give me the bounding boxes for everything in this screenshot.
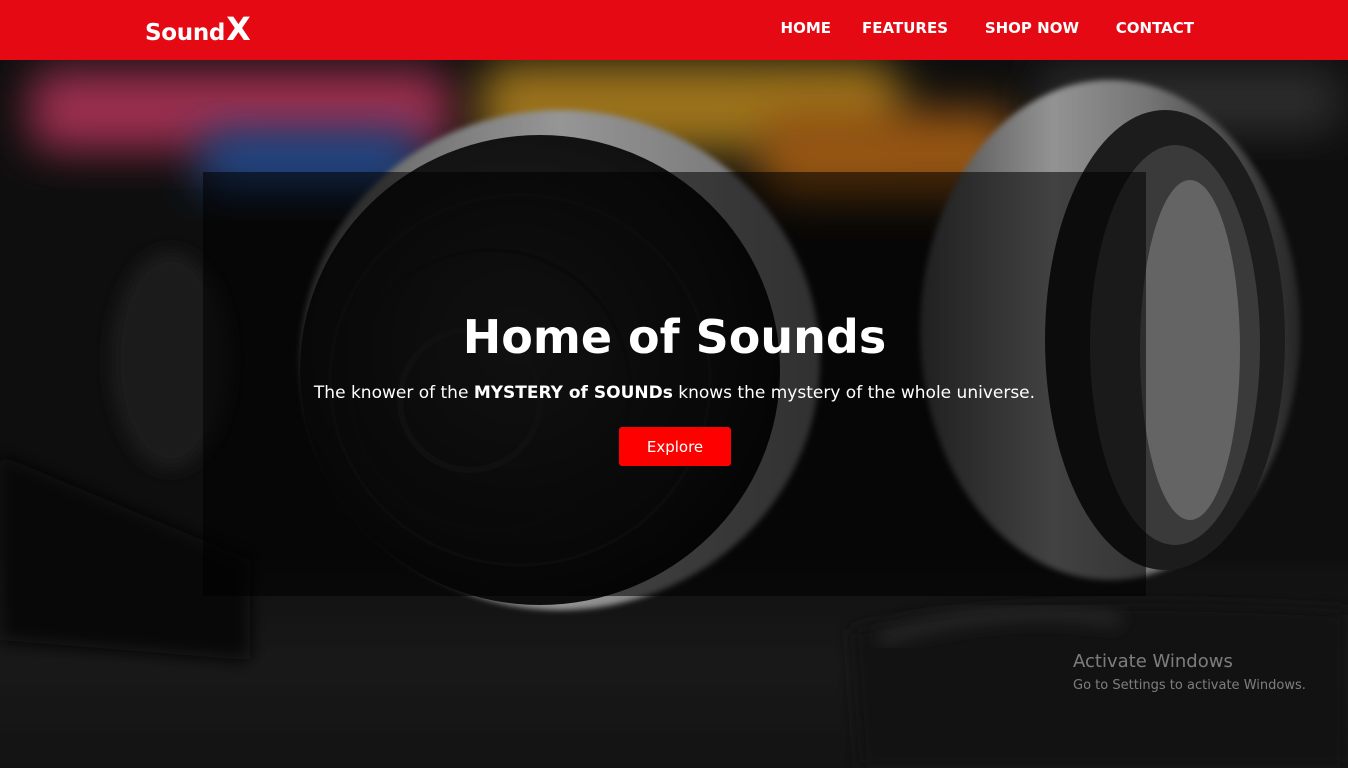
nav-shop-now-link[interactable]: SHOP NOW [985,21,1079,36]
hero-subtitle-start: The knower of the [313,383,474,403]
activate-windows-watermark: Activate Windows Go to Settings to activ… [1073,651,1306,693]
brand-logo[interactable]: SoundX [145,13,251,45]
watermark-subtitle: Go to Settings to activate Windows. [1073,677,1306,693]
hero-title: Home of Sounds [462,310,887,364]
navbar: SoundX HOME FEATURES SHOP NOW CONTACT [0,0,1348,60]
explore-button[interactable]: Explore [619,427,731,466]
nav-home-link[interactable]: HOME [781,21,831,36]
hero-overlay: Home of Sounds The knower of the MYSTERY… [203,172,1146,596]
watermark-title: Activate Windows [1073,651,1233,672]
brand-name-accent: X [226,10,251,48]
hero-subtitle: The knower of the MYSTERY of SOUNDs know… [203,383,1146,403]
nav-features-link[interactable]: FEATURES [862,21,948,36]
nav-contact-link[interactable]: CONTACT [1116,21,1194,36]
page: SoundX HOME FEATURES SHOP NOW CONTACT Ho… [0,0,1348,768]
hero-subtitle-end: knows the mystery of the whole universe. [672,383,1036,403]
brand-name-main: Sound [145,20,226,46]
hero-subtitle-emphasis: MYSTERY of SOUNDs [473,383,673,403]
